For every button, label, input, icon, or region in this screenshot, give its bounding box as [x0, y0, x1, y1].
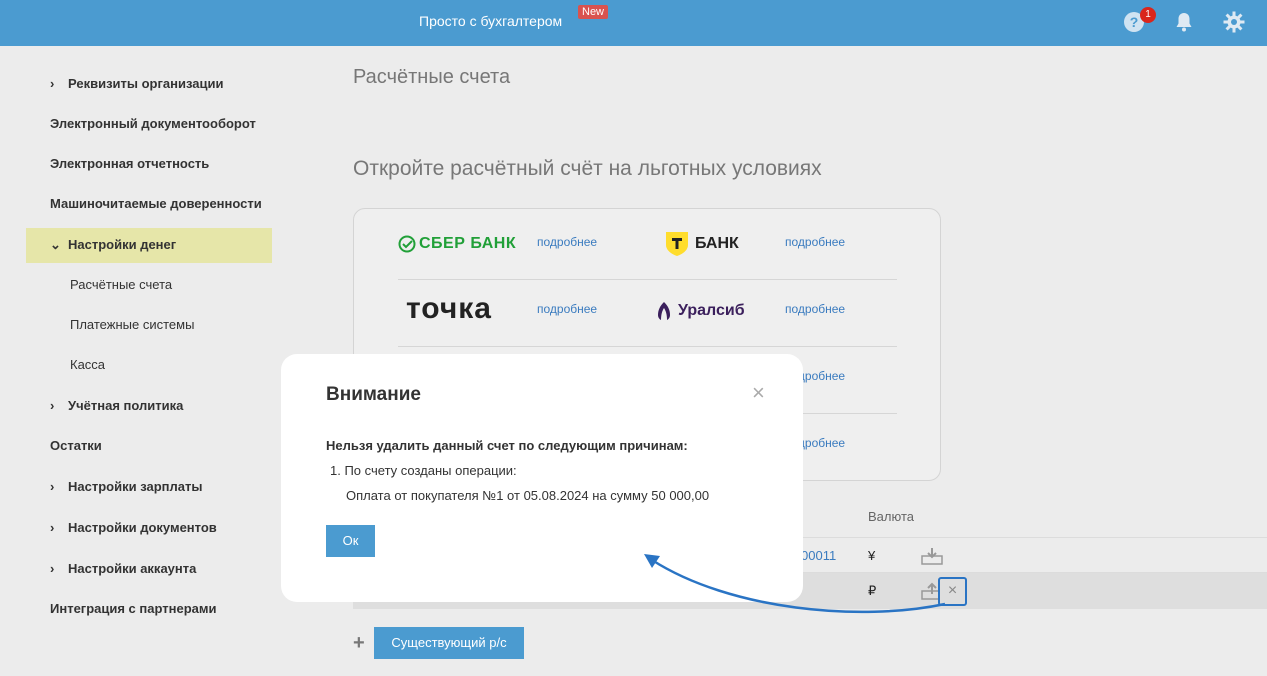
uralsib-emblem-icon	[658, 302, 670, 320]
account-number[interactable]: 00011	[801, 548, 836, 563]
dialog-title: Внимание	[326, 384, 421, 405]
sber-check-icon	[398, 235, 416, 253]
warning-dialog: Внимание × Нельзя удалить данный счет по…	[281, 354, 803, 602]
currency-column-header: Валюта	[868, 509, 914, 524]
top-bar: Просто с бухгалтером New ? 1	[0, 0, 1267, 46]
ok-button[interactable]: Ок	[326, 525, 375, 557]
dialog-reason: Нельзя удалить данный счет по следующим …	[326, 438, 688, 453]
chevron-right-icon: ›	[50, 398, 55, 413]
chevron-right-icon: ›	[50, 561, 55, 576]
chevron-right-icon: ›	[50, 76, 55, 91]
dialog-operation-detail: Оплата от покупателя №1 от 05.08.2024 на…	[346, 488, 710, 503]
download-icon[interactable]	[921, 547, 943, 565]
sidebar-item-money-settings[interactable]: ⌄ Настройки денег	[50, 235, 176, 255]
sidebar-item-salary-settings[interactable]: › Настройки зарплаты	[50, 477, 202, 497]
new-badge: New	[578, 5, 609, 19]
sber-logo[interactable]: СБЕР БАНК	[398, 235, 516, 253]
tbank-shield-icon	[666, 232, 688, 256]
chevron-down-icon: ⌄	[50, 237, 61, 252]
sidebar-item-poa[interactable]: Машиночитаемые доверенности	[50, 194, 262, 214]
bank-row-divider	[398, 346, 897, 347]
tbank-logo[interactable]: БАНК	[665, 231, 739, 257]
sidebar-item-balances[interactable]: Остатки	[50, 436, 102, 456]
sidebar-item-requisites[interactable]: › Реквизиты организации	[50, 74, 223, 94]
gear-icon[interactable]	[1222, 10, 1246, 34]
dialog-reason-item: 1. По счету созданы операции:	[330, 463, 517, 478]
chevron-right-icon: ›	[50, 479, 55, 494]
tochka-logo[interactable]: точка	[406, 292, 492, 326]
help-count-badge: 1	[1140, 7, 1156, 23]
add-existing-account-button[interactable]: Существующий р/с	[374, 627, 524, 659]
svg-text:?: ?	[1130, 14, 1139, 30]
tochka-more-link[interactable]: подробнее	[537, 302, 597, 316]
app-title[interactable]: Просто с бухгалтером	[419, 13, 562, 29]
delete-account-button[interactable]: ×	[938, 577, 967, 606]
bell-icon[interactable]	[1172, 10, 1196, 34]
sidebar-item-payment-systems[interactable]: Платежные системы	[70, 315, 194, 335]
sidebar-item-bank-accounts[interactable]: Расчётные счета	[70, 275, 172, 295]
promo-title: Откройте расчётный счёт на льготных усло…	[353, 157, 822, 180]
sidebar-item-accounting-policy[interactable]: › Учётная политика	[50, 396, 183, 416]
sidebar: › Реквизиты организации Электронный докум…	[0, 46, 300, 676]
sidebar-item-reporting[interactable]: Электронная отчетность	[50, 154, 209, 174]
plus-icon[interactable]: +	[353, 632, 365, 655]
sidebar-item-document-settings[interactable]: › Настройки документов	[50, 518, 217, 538]
account-currency: ¥	[868, 548, 876, 563]
sidebar-item-account-settings[interactable]: › Настройки аккаунта	[50, 559, 196, 579]
uralsib-logo[interactable]: Уралсиб	[654, 301, 745, 321]
sidebar-item-partner-integration[interactable]: Интеграция с партнерами	[50, 599, 216, 619]
close-icon[interactable]: ×	[752, 382, 765, 404]
bank-row-divider	[398, 279, 897, 280]
account-currency: ₽	[868, 583, 877, 598]
page-title: Расчётные счета	[353, 66, 511, 88]
uralsib-more-link[interactable]: подробнее	[785, 302, 845, 316]
sidebar-item-edo[interactable]: Электронный документооборот	[50, 114, 256, 134]
sidebar-item-cashbox[interactable]: Касса	[70, 355, 105, 375]
tbank-more-link[interactable]: подробнее	[785, 235, 845, 249]
chevron-right-icon: ›	[50, 520, 55, 535]
sber-more-link[interactable]: подробнее	[537, 235, 597, 249]
